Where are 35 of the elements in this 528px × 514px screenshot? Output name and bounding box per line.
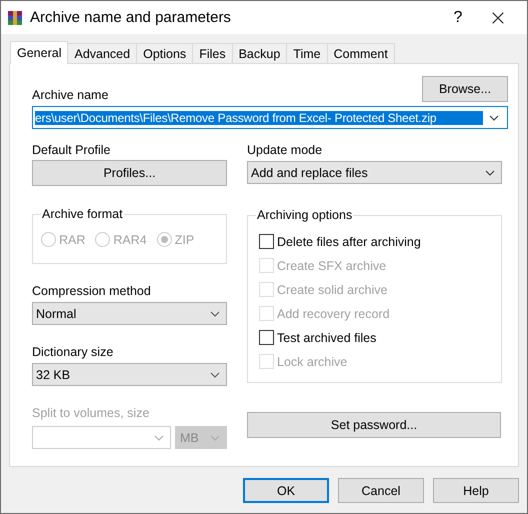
close-icon[interactable] (491, 10, 505, 24)
set-password-button[interactable]: Set password... (247, 412, 501, 438)
volume-size-field[interactable] (32, 426, 171, 449)
dialog-button[interactable]: Help (433, 478, 519, 503)
chevron-down-icon (210, 434, 220, 440)
compression-method-label: Compression method (32, 284, 152, 298)
chevron-down-icon (210, 372, 220, 378)
dictionary-size-label: Dictionary size (32, 345, 114, 359)
group-title: Archive format (41, 207, 124, 221)
checkbox-option[interactable]: Delete files after archiving (259, 233, 501, 250)
archive-name-label: Archive name (32, 88, 108, 102)
default-profile-label: Default Profile (32, 143, 112, 157)
profiles-button[interactable]: Profiles... (32, 160, 227, 186)
chevron-down-icon (485, 170, 495, 176)
tab[interactable]: Backup (232, 43, 288, 63)
tab[interactable]: Options (136, 43, 194, 63)
dialog-button[interactable]: OK (243, 478, 329, 503)
tab[interactable]: General (10, 41, 68, 64)
update-mode-select[interactable]: Add and replace files (247, 161, 502, 184)
window-title: Archive name and parameters (30, 9, 232, 26)
tab[interactable]: Comment (326, 43, 395, 63)
archive-name-field[interactable]: ers\user\Documents\Files\Remove Password from Excel- Protected Sheet.zip (32, 106, 508, 129)
dialog-button[interactable]: Cancel (338, 478, 424, 503)
split-volumes-label: Split to volumes, size (32, 406, 150, 420)
group-title: Archiving options (256, 208, 354, 222)
compression-method-select[interactable]: Normal (32, 302, 227, 325)
chevron-down-icon (210, 310, 220, 316)
checkbox-option[interactable]: Test archived files (259, 329, 501, 346)
help-button[interactable]: ? (435, 8, 481, 28)
chevron-down-icon (154, 434, 164, 440)
dictionary-size-select[interactable]: 32 KB (32, 363, 227, 386)
chevron-down-icon (489, 114, 499, 120)
browse-button[interactable]: Browse... (422, 76, 508, 102)
update-mode-label: Update mode (247, 143, 324, 157)
books-icon (7, 10, 23, 26)
